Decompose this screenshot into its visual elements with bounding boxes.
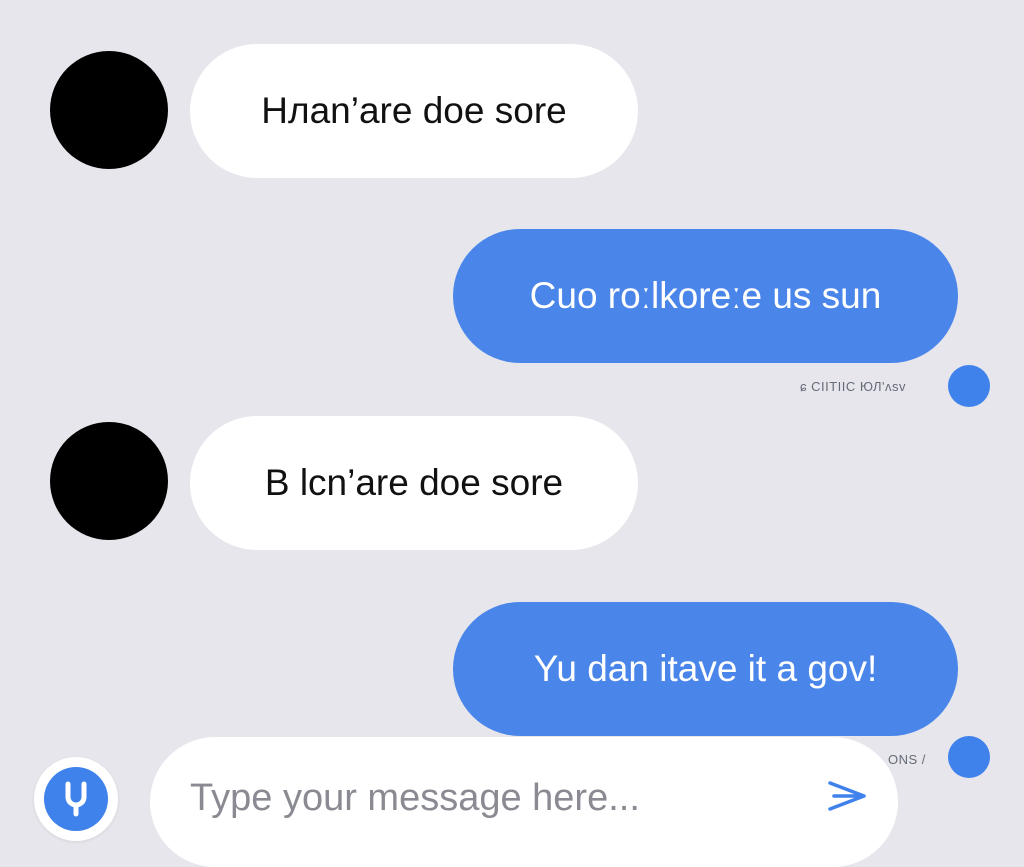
message-text: Cuo roːlkoreːe us sun (529, 275, 882, 316)
message-input[interactable] (188, 775, 792, 821)
outgoing-message-bubble: Yu dan itave it a gov! (453, 602, 958, 736)
outgoing-message-bubble: Cuo roːlkoreːe us sun (453, 229, 958, 363)
sender-avatar (50, 422, 168, 540)
microphone-button[interactable] (34, 757, 118, 841)
message-composer (150, 737, 898, 867)
send-button[interactable] (820, 769, 874, 823)
message-text: Hлan’are doe sore (261, 90, 567, 131)
incoming-message-bubble: B lcn’are doe sore (190, 416, 638, 550)
sender-avatar (50, 51, 168, 169)
incoming-message-bubble: Hлan’are doe sore (190, 44, 638, 178)
message-text: Yu dan itave it a gov! (533, 648, 878, 689)
read-receipt-dot (948, 736, 990, 778)
message-status: ɕ CIITIIC ЮЛ'ʌsv (800, 379, 906, 394)
message-text: B lcn’are doe sore (264, 462, 564, 503)
send-arrow-icon (828, 781, 866, 811)
message-status: ONS / (888, 752, 926, 767)
read-receipt-dot (948, 365, 990, 407)
microphone-icon (44, 767, 108, 831)
